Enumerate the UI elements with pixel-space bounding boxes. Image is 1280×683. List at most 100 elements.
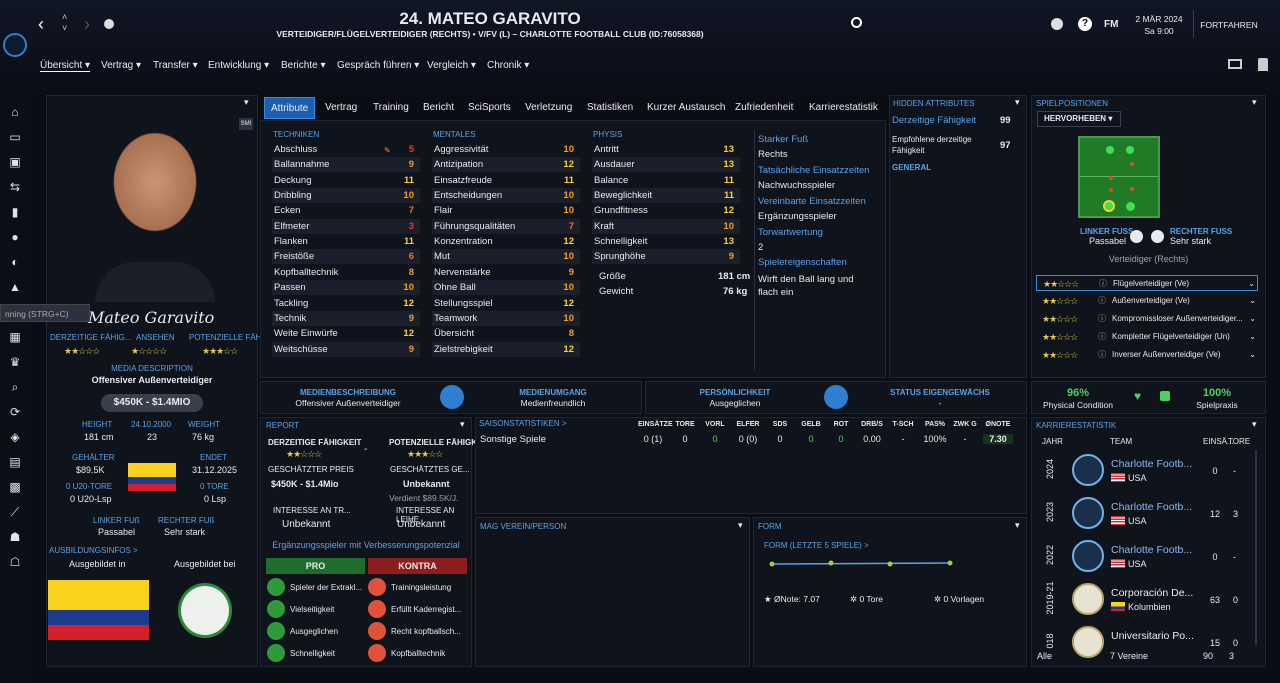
positions-menu-icon[interactable]: ▾ [1252,97,1257,108]
finance-icon[interactable]: ▤ [8,455,22,469]
career-team-name[interactable]: Corporación De... [1111,587,1193,599]
training-info-link[interactable]: AUSBILDUNGSINFOS > [49,546,138,555]
trophy-icon[interactable]: ♛ [8,355,22,369]
info-icon[interactable]: ⓘ [1099,276,1107,292]
board-icon[interactable]: ▩ [8,480,22,494]
info-icon[interactable]: ⓘ [1098,293,1106,309]
attribute-row[interactable]: Weite Einwürfe 12 [272,326,420,341]
attribute-row[interactable]: Freistöße 6 [272,249,420,265]
attribute-row[interactable]: Weitschüsse 9 [272,341,420,357]
tab-attributes[interactable]: Attribute [264,97,316,119]
dev-icon[interactable]: ⟋ [8,505,22,519]
attribute-row[interactable]: Balance 11 [592,173,740,188]
screen-icon[interactable] [1228,59,1242,69]
attribute-row[interactable]: Übersicht 8 [432,326,580,341]
attribute-row[interactable]: Konzentration 12 [432,234,580,249]
calendar-icon[interactable]: ▦ [8,330,22,344]
form-subtitle[interactable]: FORM (LETZTE 5 SPIELE) > [764,541,869,550]
people-icon[interactable]: ☗ [8,530,22,544]
attribute-row[interactable]: Grundfitness 12 [592,203,740,218]
tab-interaction[interactable]: Kurzer Austausch [641,97,731,119]
career-team-name[interactable]: Universitario Po... [1111,630,1194,642]
scouting-icon[interactable]: ⌕ [8,380,22,394]
attribute-row[interactable]: Ballannahme 9 [272,157,420,173]
back-icon[interactable]: ‹ [38,14,44,35]
tab-injury[interactable]: Verletzung [519,97,578,119]
mag-menu-icon[interactable]: ▾ [738,520,743,531]
staff-icon[interactable]: ◐ [8,255,22,269]
manager-icon[interactable]: ☖ [8,555,22,569]
attribute-row[interactable]: Flair 10 [432,203,580,218]
role-row[interactable]: ★★☆☆☆ ⓘ Kompromissloser Außenverteidiger..… [1036,311,1258,327]
tab-happiness[interactable]: Zufriedenheit [729,97,799,119]
profile-menu-icon[interactable]: ▾ [244,97,249,108]
role-row[interactable]: ★★☆☆☆ ⓘ Außenverteidiger (Ve) ⌄ [1036,293,1258,309]
pin-icon[interactable] [1258,58,1268,71]
info-icon[interactable]: ⓘ [1098,311,1106,327]
attribute-row[interactable]: Beweglichkeit 11 [592,188,740,204]
transfers-icon[interactable]: ⟳ [8,405,22,419]
continue-button[interactable]: FORTFAHREN [1196,15,1262,35]
attribute-row[interactable]: Elfmeter 3 [272,218,420,234]
info-icon[interactable]: ⓘ [1098,329,1106,345]
globe-icon[interactable] [1051,18,1063,30]
attribute-row[interactable]: Passen 10 [272,280,420,296]
reports-icon[interactable]: ▮ [8,205,22,219]
career-menu-icon[interactable]: ▾ [1252,419,1257,430]
form-menu-icon[interactable]: ▾ [1015,520,1020,531]
attribute-row[interactable]: Zielstrebigkeit 12 [432,341,580,357]
role-row[interactable]: ★★☆☆☆ ⓘ Flügelverteidiger (Ve) ⌄ [1036,275,1258,291]
menu-transfer[interactable]: Transfer ▾ [153,60,198,71]
attribute-row[interactable]: Technik 9 [272,310,420,326]
attribute-row[interactable]: Teamwork 10 [432,310,580,326]
search-icon[interactable] [851,17,862,28]
career-team-name[interactable]: Charlotte Footb... [1111,544,1192,556]
menu-overview[interactable]: Übersicht ▾ [40,60,91,72]
tactics-icon[interactable]: ⇆ [8,180,22,194]
attribute-row[interactable]: Ausdauer 13 [592,157,740,173]
career-scrollbar[interactable] [1255,450,1257,645]
dropdown-icon[interactable] [104,19,114,29]
home-icon[interactable]: ⌂ [8,105,22,119]
attribute-row[interactable]: Antritt 13 [592,142,740,157]
role-row[interactable]: ★★☆☆☆ ⓘ Inverser Außenverteidiger (Ve) ⌄ [1036,347,1258,363]
attribute-row[interactable]: Kraft 10 [592,218,740,234]
tab-career[interactable]: Karrierestatistik [803,97,884,119]
help-icon[interactable]: ? [1078,17,1092,31]
menu-compare[interactable]: Vergleich ▾ [427,60,476,71]
attribute-row[interactable]: Sprunghöhe 9 [592,249,740,265]
menu-history[interactable]: Chronik ▾ [487,60,529,71]
match-icon[interactable]: ● [8,230,22,244]
chevron-down-icon[interactable]: ⌄ [1249,329,1256,345]
career-team-name[interactable]: Charlotte Footb... [1111,501,1192,513]
highlight-dropdown[interactable]: HERVORHEBEN ▾ [1037,111,1121,127]
inbox-icon[interactable]: ▭ [8,130,22,144]
career-team-name[interactable]: Charlotte Footb... [1111,458,1192,470]
tab-stats[interactable]: Statistiken [581,97,639,119]
club-icon[interactable]: ◈ [8,430,22,444]
role-row[interactable]: ★★☆☆☆ ⓘ Kompletter Flügelverteidiger (Un) ⌄ [1036,329,1258,345]
attribute-row[interactable]: Mut 10 [432,249,580,265]
attribute-row[interactable]: Stellungsspiel 12 [432,296,580,311]
hidden-menu-icon[interactable]: ▾ [1015,97,1020,108]
attribute-row[interactable]: Führungsqualitäten 7 [432,218,580,234]
attribute-row[interactable]: Ohne Ball 10 [432,280,580,296]
attribute-row[interactable]: Nervenstärke 9 [432,265,580,280]
tab-training[interactable]: Training [367,97,415,119]
up-down-icon[interactable]: ˄ ˅ [62,12,67,34]
squad-icon[interactable]: ▣ [8,155,22,169]
club-logo[interactable] [3,33,27,57]
attribute-row[interactable]: Einsatzfreude 11 [432,173,580,188]
training-icon[interactable]: ▲ [8,280,22,294]
menu-reports[interactable]: Berichte ▾ [281,60,326,71]
attribute-row[interactable]: Abschluss 5 [272,142,420,157]
fm-logo[interactable]: FM [1104,19,1118,30]
attribute-row[interactable]: Antizipation 12 [432,157,580,173]
attribute-row[interactable]: Dribbling 10 [272,188,420,204]
season-title[interactable]: SAISONSTATISTIKEN > [479,419,567,428]
chevron-down-icon[interactable]: ⌄ [1249,293,1256,309]
report-menu-icon[interactable]: ▾ [460,419,465,430]
chevron-down-icon[interactable]: ⌄ [1248,276,1255,292]
attribute-row[interactable]: Deckung 11 [272,173,420,188]
attribute-row[interactable]: Aggressivität 10 [432,142,580,157]
